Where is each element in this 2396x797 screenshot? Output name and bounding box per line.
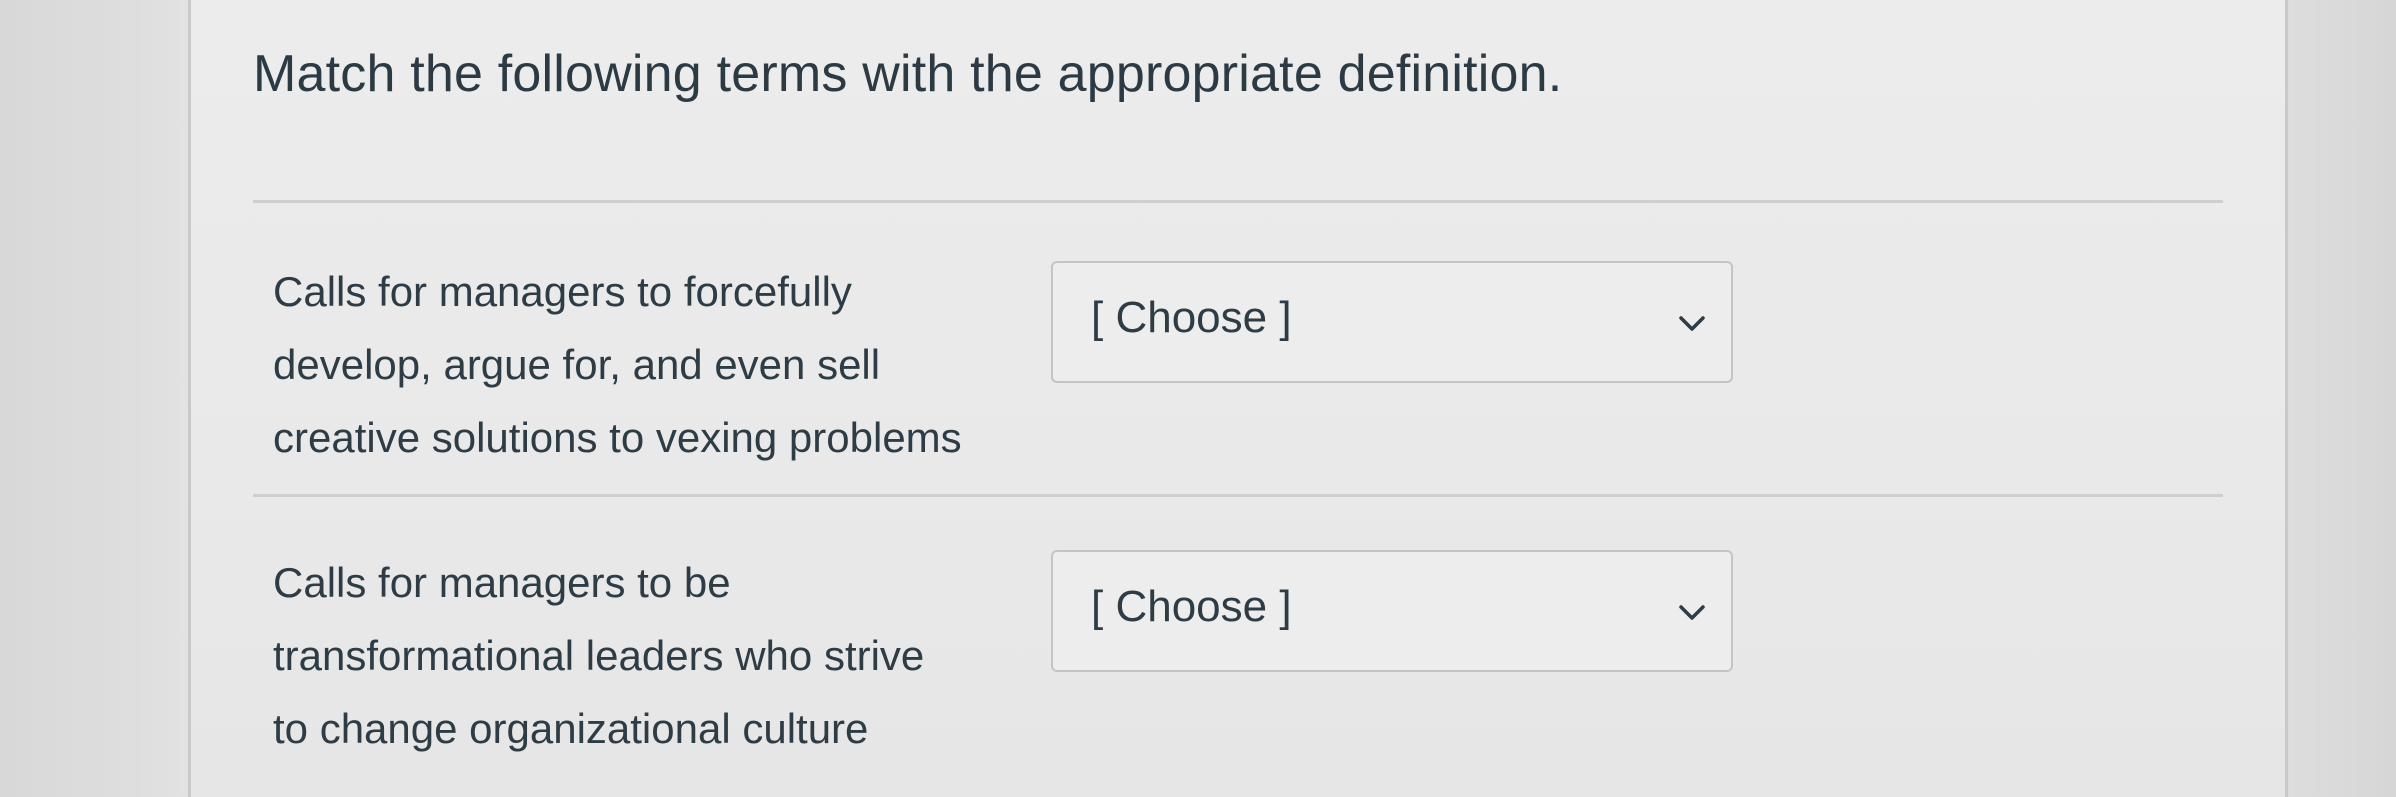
answer-row-1: Calls for managers to forcefully develop… [253, 255, 2223, 485]
question-prompt: Match the following terms with the appro… [253, 45, 1563, 103]
right-margin [2290, 0, 2396, 797]
definition-select[interactable]: [ Choose ] [1051, 550, 1733, 672]
term-text: Calls for managers to forcefully develop… [273, 255, 1073, 474]
question-card: Match the following terms with the appro… [188, 0, 2288, 797]
term-line: to change organizational culture [273, 705, 869, 752]
term-text: Calls for managers to be transformationa… [273, 546, 1073, 765]
left-margin [0, 0, 188, 797]
divider [253, 494, 2223, 497]
chevron-down-icon [1679, 316, 1705, 331]
select-value: [ Choose ] [1091, 293, 1292, 342]
term-line: transformational leaders who strive [273, 632, 925, 679]
definition-select[interactable]: [ Choose ] [1051, 261, 1733, 383]
term-line: develop, argue for, and even sell [273, 341, 881, 388]
chevron-down-icon [1679, 605, 1705, 620]
select-value: [ Choose ] [1091, 582, 1292, 631]
term-line: Calls for managers to be [273, 559, 731, 606]
term-line: Calls for managers to forcefully [273, 268, 852, 315]
divider [253, 200, 2223, 203]
term-line: creative solutions to vexing problems [273, 414, 962, 461]
answer-row-2: Calls for managers to be transformationa… [253, 546, 2223, 776]
